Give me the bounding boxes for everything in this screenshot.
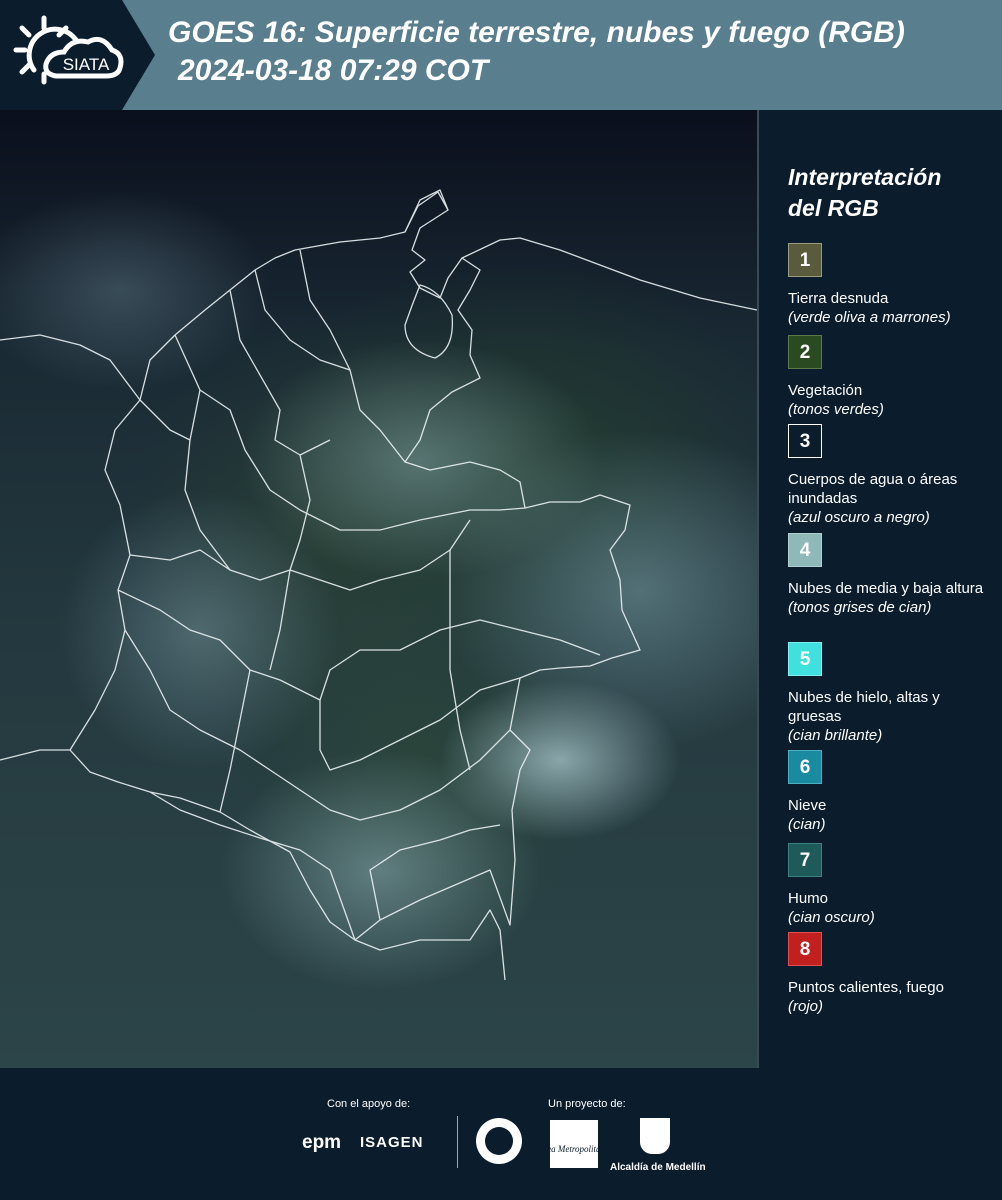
- university-seal-icon: [476, 1118, 522, 1164]
- legend-desc-2: Vegetación: [788, 382, 863, 399]
- legend-item-6: 6 Nieve (cian): [788, 750, 993, 834]
- legend-desc-1: Tierra desnuda: [788, 290, 889, 307]
- dept-11: [184, 389, 231, 571]
- support-label: Con el apoyo de:: [327, 1098, 411, 1110]
- dept-4: [129, 519, 471, 591]
- legend-desc-7: Humo: [788, 890, 829, 907]
- legend-desc-8: Puntos calientes, fuego: [788, 979, 944, 996]
- legend-note-5: (cian brillante): [788, 727, 883, 744]
- legend-item-1: 1 Tierra desnuda (verde oliva a marrones…: [788, 243, 993, 327]
- footer: Con el apoyo de: Un proyecto de: epm ISA…: [0, 1070, 1002, 1200]
- area-metropolitana-logo: Área Metropolitana: [537, 1120, 610, 1168]
- isagen-logo: ISAGEN: [360, 1134, 424, 1151]
- legend-swatch-7: 7: [788, 843, 822, 877]
- legend-swatch-2: 2: [788, 335, 822, 369]
- legend-swatch-6: 6: [788, 750, 822, 784]
- dept-1: [229, 289, 331, 456]
- legend-desc-6: Nieve: [788, 797, 827, 814]
- dept-5: [117, 589, 601, 701]
- title-line-1: GOES 16: Superficie terrestre, nubes y f…: [168, 16, 905, 49]
- legend-note-7: (cian oscuro): [788, 909, 875, 926]
- legend-item-3: 3 Cuerpos de agua o áreas inundadas (azu…: [788, 424, 993, 527]
- dept-9: [219, 669, 251, 813]
- legend-note-3: (azul oscuro a negro): [788, 509, 930, 526]
- legend-item-8: 8 Puntos calientes, fuego (rojo): [788, 932, 993, 1016]
- epm-logo: epm: [302, 1132, 342, 1153]
- page-title: GOES 16: Superficie terrestre, nubes y f…: [168, 14, 905, 90]
- area-metropolitana-icon: Área Metropolitana: [537, 1144, 610, 1154]
- dept-14: [369, 824, 501, 921]
- legend-swatch-1: 1: [788, 243, 822, 277]
- legend-title-line-1: Interpretación: [788, 164, 942, 190]
- legend-title: Interpretación del RGB: [788, 162, 941, 224]
- dept-3: [174, 334, 526, 531]
- legend-item-4: 4 Nubes de media y baja altura (tonos gr…: [788, 533, 993, 617]
- lake-maracaibo: [404, 284, 454, 359]
- legend-note-4: (tonos grises de cian): [788, 599, 932, 616]
- legend-desc-5: Nubes de hielo, altas y gruesas: [788, 689, 940, 725]
- legend-note-6: (cian): [788, 816, 826, 833]
- area-metropolitana-text: Área Metropolitana: [550, 1144, 598, 1154]
- legend-swatch-4: 4: [788, 533, 822, 567]
- header: SIATA GOES 16: Superficie terrestre, nub…: [0, 0, 1002, 110]
- legend-swatch-3: 3: [788, 424, 822, 458]
- legend-note-8: (rojo): [788, 998, 824, 1015]
- legend-desc-4: Nubes de media y baja altura: [788, 580, 984, 597]
- title-line-2: 2024-03-18 07:29 COT: [178, 54, 489, 87]
- logo-text: SIATA: [63, 55, 110, 74]
- medellin-shield-icon: [640, 1118, 670, 1154]
- colombia-outline: [69, 191, 641, 941]
- dept-13: [139, 399, 191, 441]
- legend-title-line-2: del RGB: [788, 195, 879, 221]
- project-label: Un proyecto de:: [548, 1098, 626, 1110]
- legend-swatch-5: 5: [788, 642, 822, 676]
- coast-north: [404, 189, 449, 233]
- legend-note-2: (tonos verdes): [788, 401, 884, 418]
- dept-10: [269, 454, 311, 671]
- sun-cloud-icon: SIATA: [13, 15, 124, 85]
- footer-divider: [457, 1116, 458, 1168]
- panama-border: [0, 334, 141, 761]
- legend-item-7: 7 Humo (cian oscuro): [788, 843, 993, 927]
- legend-item-2: 2 Vegetación (tonos verdes): [788, 335, 993, 419]
- satellite-map[interactable]: [0, 110, 759, 1068]
- dept-12: [254, 269, 351, 371]
- legend-swatch-8: 8: [788, 932, 822, 966]
- dept-8: [449, 550, 471, 771]
- legend-note-1: (verde oliva a marrones): [788, 309, 951, 326]
- country-borders: [0, 189, 757, 981]
- venezuela-border: [461, 237, 757, 311]
- legend-item-5: 5 Nubes de hielo, altas y gruesas (cian …: [788, 642, 993, 745]
- alcaldia-medellin-label: Alcaldía de Medellín: [610, 1162, 706, 1173]
- dept-7: [319, 677, 521, 771]
- legend-desc-3: Cuerpos de agua o áreas inundadas: [788, 471, 958, 507]
- dept-2: [299, 249, 406, 463]
- siata-logo: SIATA: [0, 0, 155, 110]
- dept-6: [124, 629, 511, 821]
